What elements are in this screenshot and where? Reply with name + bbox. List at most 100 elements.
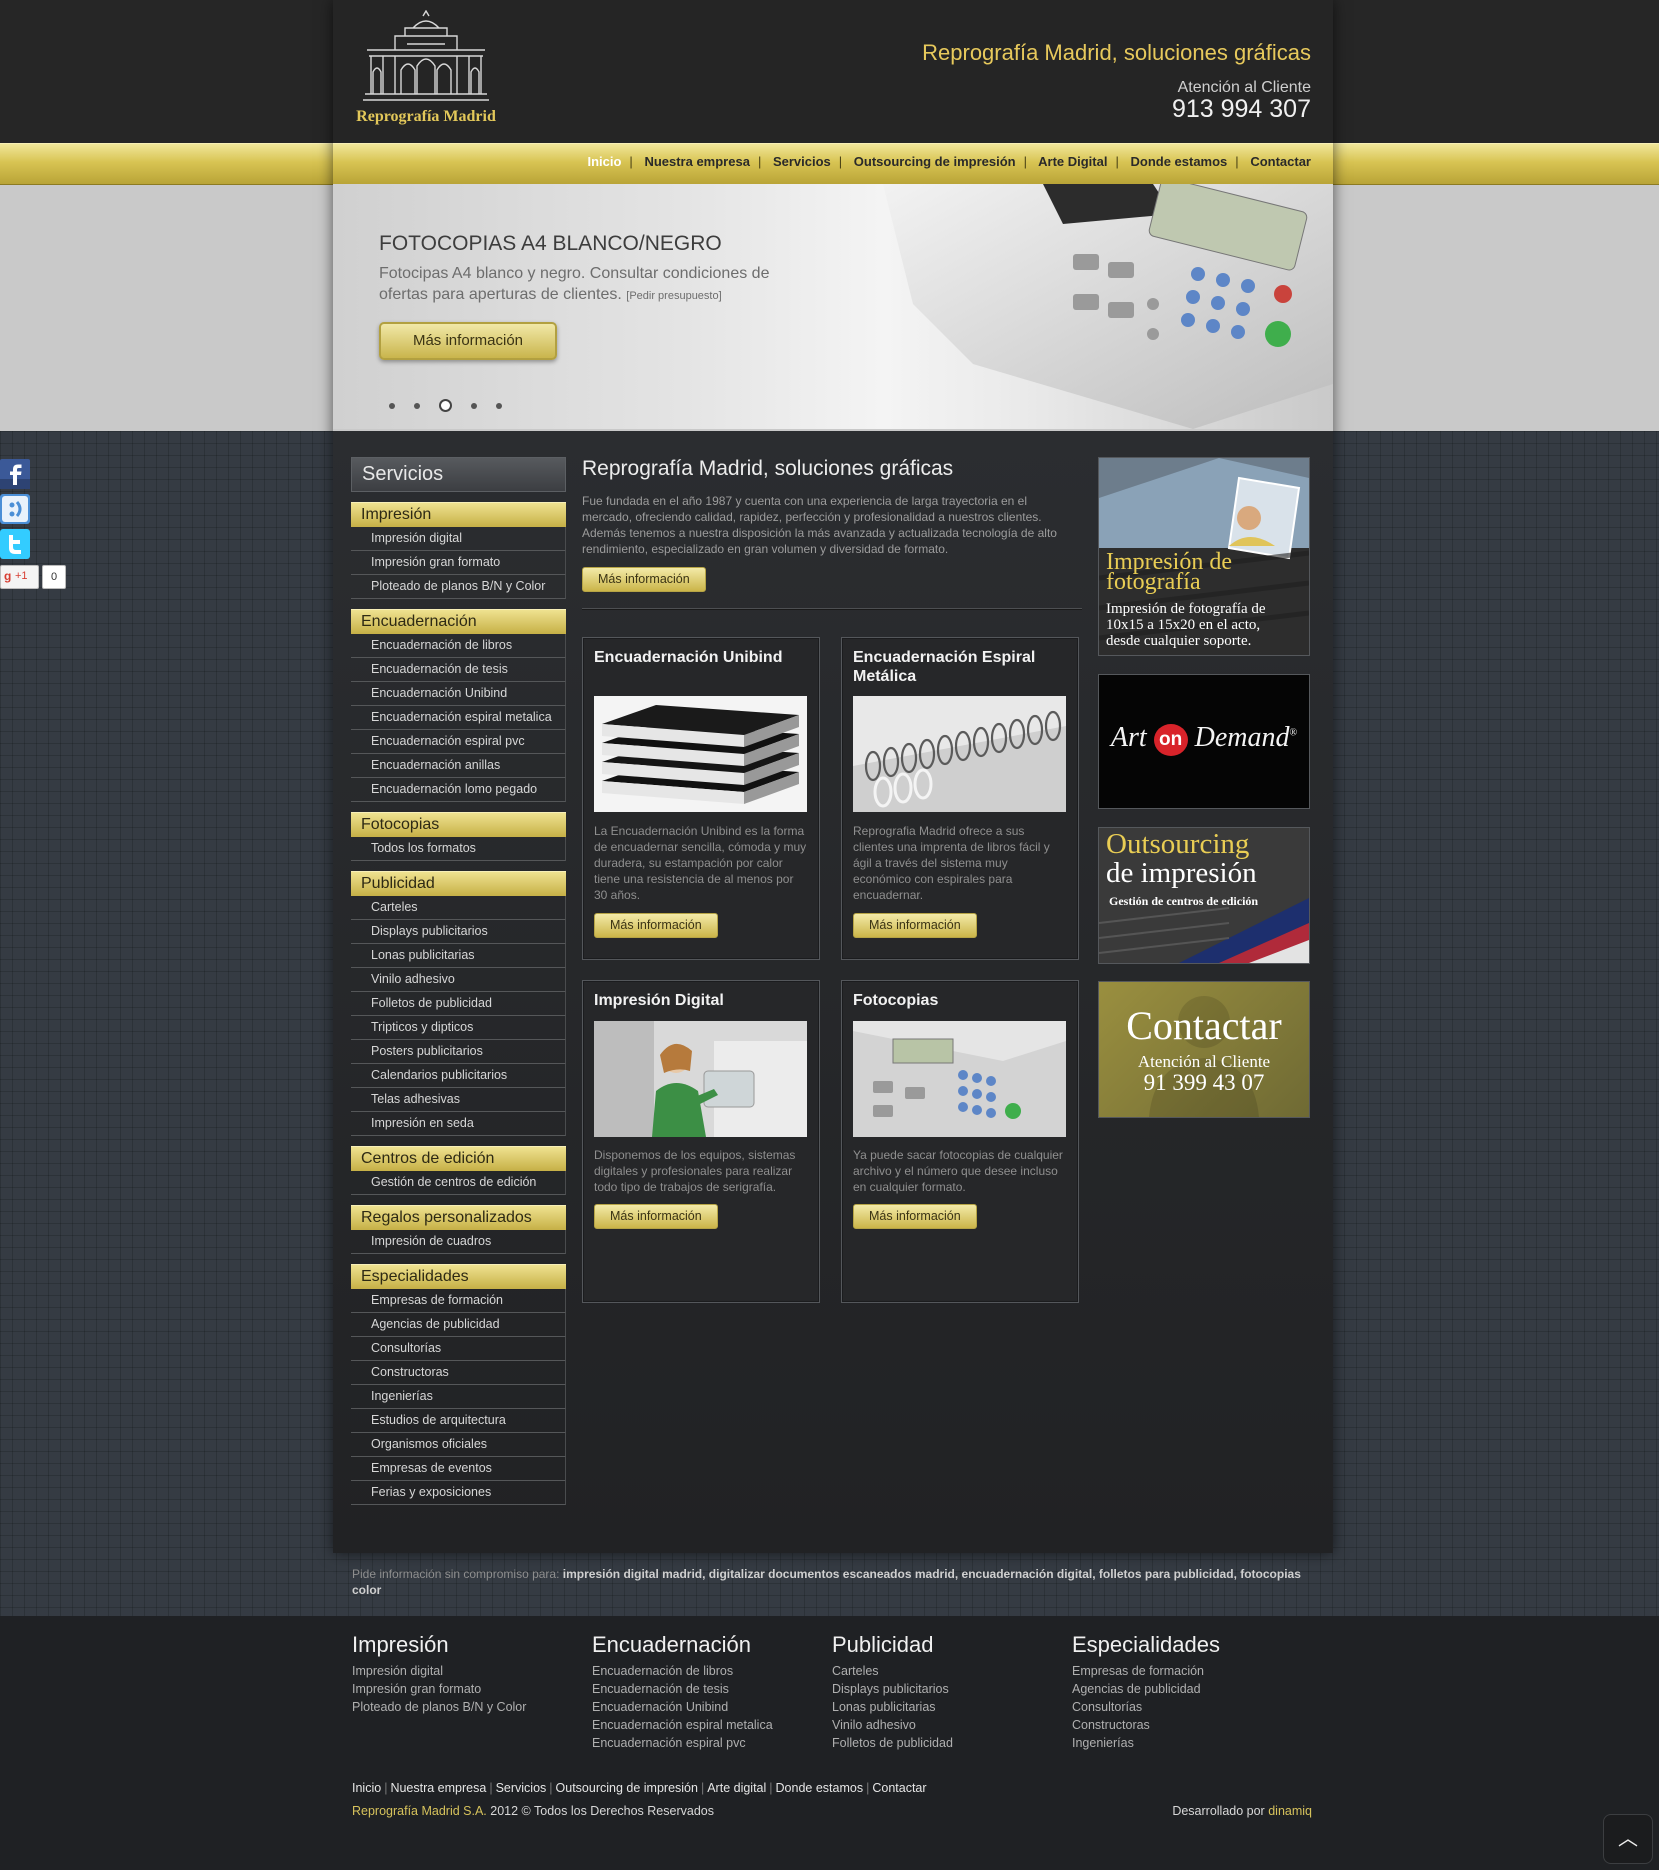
sidebar-item[interactable]: Lonas publicitarias	[351, 944, 566, 968]
sidebar-item[interactable]: Impresión de cuadros	[351, 1230, 566, 1254]
sidebar-item[interactable]: Agencias de publicidad	[351, 1313, 566, 1337]
sidebar-category-fotocopias[interactable]: Fotocopias	[351, 812, 566, 837]
footer-link[interactable]: Empresas de formación	[1072, 1662, 1302, 1680]
sidebar-item[interactable]: Encuadernación anillas	[351, 754, 566, 778]
footer-link[interactable]: Encuadernación de tesis	[592, 1680, 822, 1698]
sidebar-item[interactable]: Encuadernación Unibind	[351, 682, 566, 706]
sidebar-category-publicidad[interactable]: Publicidad	[351, 871, 566, 896]
nav-item-nuestra-empresa[interactable]: Nuestra empresa	[644, 154, 750, 169]
sidebar-category-encuadernacion[interactable]: Encuadernación	[351, 609, 566, 634]
sidebar-item[interactable]: Ferias y exposiciones	[351, 1481, 566, 1505]
copyright-brand[interactable]: Reprografía Madrid S.A.	[352, 1804, 487, 1818]
sidebar-item[interactable]: Encuadernación lomo pegado	[351, 778, 566, 802]
card-image-photocopier[interactable]	[853, 1021, 1066, 1137]
card-more-info-button[interactable]: Más información	[594, 913, 718, 938]
card-more-info-button[interactable]: Más información	[853, 913, 977, 938]
sidebar-item[interactable]: Ingenierías	[351, 1385, 566, 1409]
footer-link[interactable]: Vinilo adhesivo	[832, 1716, 1062, 1734]
sidebar-item[interactable]: Impresión en seda	[351, 1112, 566, 1136]
footer-link[interactable]: Constructoras	[1072, 1716, 1302, 1734]
footer-link[interactable]: Impresión gran formato	[352, 1680, 582, 1698]
main-more-info-button[interactable]: Más información	[582, 567, 706, 592]
google-plus-button[interactable]: g +1	[0, 565, 39, 589]
footer-nav-outsourcing[interactable]: Outsourcing de impresión	[556, 1781, 698, 1795]
developer-link[interactable]: dinamiq	[1268, 1804, 1312, 1818]
footer-nav-donde-estamos[interactable]: Donde estamos	[776, 1781, 864, 1795]
logo[interactable]: Reprografía Madrid	[351, 10, 501, 130]
sidebar-category-especialidades[interactable]: Especialidades	[351, 1264, 566, 1289]
footer-link[interactable]: Impresión digital	[352, 1662, 582, 1680]
sidebar-item[interactable]: Ploteado de planos B/N y Color	[351, 575, 566, 599]
sidebar-item[interactable]: Estudios de arquitectura	[351, 1409, 566, 1433]
sidebar-item[interactable]: Posters publicitarios	[351, 1040, 566, 1064]
card-image-books[interactable]	[594, 696, 807, 812]
footer-link[interactable]: Carteles	[832, 1662, 1062, 1680]
sidebar-item[interactable]: Empresas de eventos	[351, 1457, 566, 1481]
promo-photo-printing[interactable]: Impresión de fotografía Impresión de fot…	[1098, 457, 1310, 656]
sidebar-item[interactable]: Tripticos y dipticos	[351, 1016, 566, 1040]
sidebar-item[interactable]: Encuadernación espiral metalica	[351, 706, 566, 730]
footer-nav-inicio[interactable]: Inicio	[352, 1781, 381, 1795]
sidebar-category-impresion[interactable]: Impresión	[351, 502, 566, 527]
promo-art-on-demand[interactable]: Art on Demand®	[1098, 674, 1310, 809]
sidebar-item[interactable]: Empresas de formación	[351, 1289, 566, 1313]
footer-nav-servicios[interactable]: Servicios	[496, 1781, 547, 1795]
sidebar-item[interactable]: Todos los formatos	[351, 837, 566, 861]
slide-quote-link[interactable]: [Pedir presupuesto]	[626, 290, 721, 302]
footer-link[interactable]: Folletos de publicidad	[832, 1734, 1062, 1752]
sidebar-item[interactable]: Carteles	[351, 896, 566, 920]
scroll-to-top-button[interactable]: ︿	[1603, 1814, 1653, 1864]
card-image-printer-woman[interactable]	[594, 1021, 807, 1137]
sidebar-item[interactable]: Calendarios publicitarios	[351, 1064, 566, 1088]
sidebar-item[interactable]: Impresión gran formato	[351, 551, 566, 575]
sidebar-item[interactable]: Telas adhesivas	[351, 1088, 566, 1112]
sidebar-item[interactable]: Constructoras	[351, 1361, 566, 1385]
footer-link[interactable]: Displays publicitarios	[832, 1680, 1062, 1698]
nav-item-outsourcing[interactable]: Outsourcing de impresión	[854, 154, 1016, 169]
sidebar-item[interactable]: Vinilo adhesivo	[351, 968, 566, 992]
slider-dot-5[interactable]	[496, 402, 502, 409]
footer-nav-nuestra-empresa[interactable]: Nuestra empresa	[390, 1781, 486, 1795]
footer-link[interactable]: Encuadernación Unibind	[592, 1698, 822, 1716]
footer-link[interactable]: Ploteado de planos B/N y Color	[352, 1698, 582, 1716]
sidebar-item[interactable]: Folletos de publicidad	[351, 992, 566, 1016]
sidebar-item[interactable]: Encuadernación espiral pvc	[351, 730, 566, 754]
footer-link[interactable]: Ingenierías	[1072, 1734, 1302, 1752]
sidebar-item[interactable]: Gestión de centros de edición	[351, 1171, 566, 1195]
nav-item-arte-digital[interactable]: Arte Digital	[1038, 154, 1107, 169]
nav-item-contactar[interactable]: Contactar	[1250, 154, 1311, 169]
phone-number[interactable]: 913 994 307	[1172, 95, 1311, 124]
footer-nav-contactar[interactable]: Contactar	[872, 1781, 926, 1795]
footer-link[interactable]: Consultorías	[1072, 1698, 1302, 1716]
card-image-spiral[interactable]	[853, 696, 1066, 812]
slider-dot-2[interactable]	[414, 402, 420, 409]
footer-nav-arte-digital[interactable]: Arte digital	[707, 1781, 766, 1795]
card-more-info-button[interactable]: Más información	[853, 1204, 977, 1229]
footer-link[interactable]: Encuadernación espiral pvc	[592, 1734, 822, 1752]
sidebar-item[interactable]: Consultorías	[351, 1337, 566, 1361]
slider-dot-3[interactable]	[439, 399, 452, 413]
sidebar-item[interactable]: Encuadernación de tesis	[351, 658, 566, 682]
slide-more-info-button[interactable]: Más información	[379, 322, 557, 360]
sidebar-item[interactable]: Impresión digital	[351, 527, 566, 551]
twitter-icon[interactable]	[0, 529, 30, 559]
nav-item-donde-estamos[interactable]: Donde estamos	[1130, 154, 1227, 169]
facebook-icon[interactable]	[0, 459, 30, 489]
nav-item-inicio[interactable]: Inicio	[587, 154, 621, 169]
nav-item-servicios[interactable]: Servicios	[773, 154, 831, 169]
card-more-info-button[interactable]: Más información	[594, 1204, 718, 1229]
promo-outsourcing[interactable]: Outsourcing de impresión Gestión de cent…	[1098, 827, 1310, 964]
tuenti-icon[interactable]	[0, 494, 30, 524]
footer-link[interactable]: Encuadernación de libros	[592, 1662, 822, 1680]
sidebar-category-centros-edicion[interactable]: Centros de edición	[351, 1146, 566, 1171]
sidebar-item[interactable]: Organismos oficiales	[351, 1433, 566, 1457]
slider-dot-4[interactable]	[471, 402, 477, 409]
sidebar-item[interactable]: Displays publicitarios	[351, 920, 566, 944]
sidebar-category-regalos[interactable]: Regalos personalizados	[351, 1205, 566, 1230]
footer-link[interactable]: Encuadernación espiral metalica	[592, 1716, 822, 1734]
promo-contactar[interactable]: Contactar Atención al Cliente 91 399 43 …	[1098, 981, 1310, 1118]
footer-link[interactable]: Agencias de publicidad	[1072, 1680, 1302, 1698]
sidebar-item[interactable]: Encuadernación de libros	[351, 634, 566, 658]
slider-dot-1[interactable]	[389, 402, 395, 409]
footer-link[interactable]: Lonas publicitarias	[832, 1698, 1062, 1716]
